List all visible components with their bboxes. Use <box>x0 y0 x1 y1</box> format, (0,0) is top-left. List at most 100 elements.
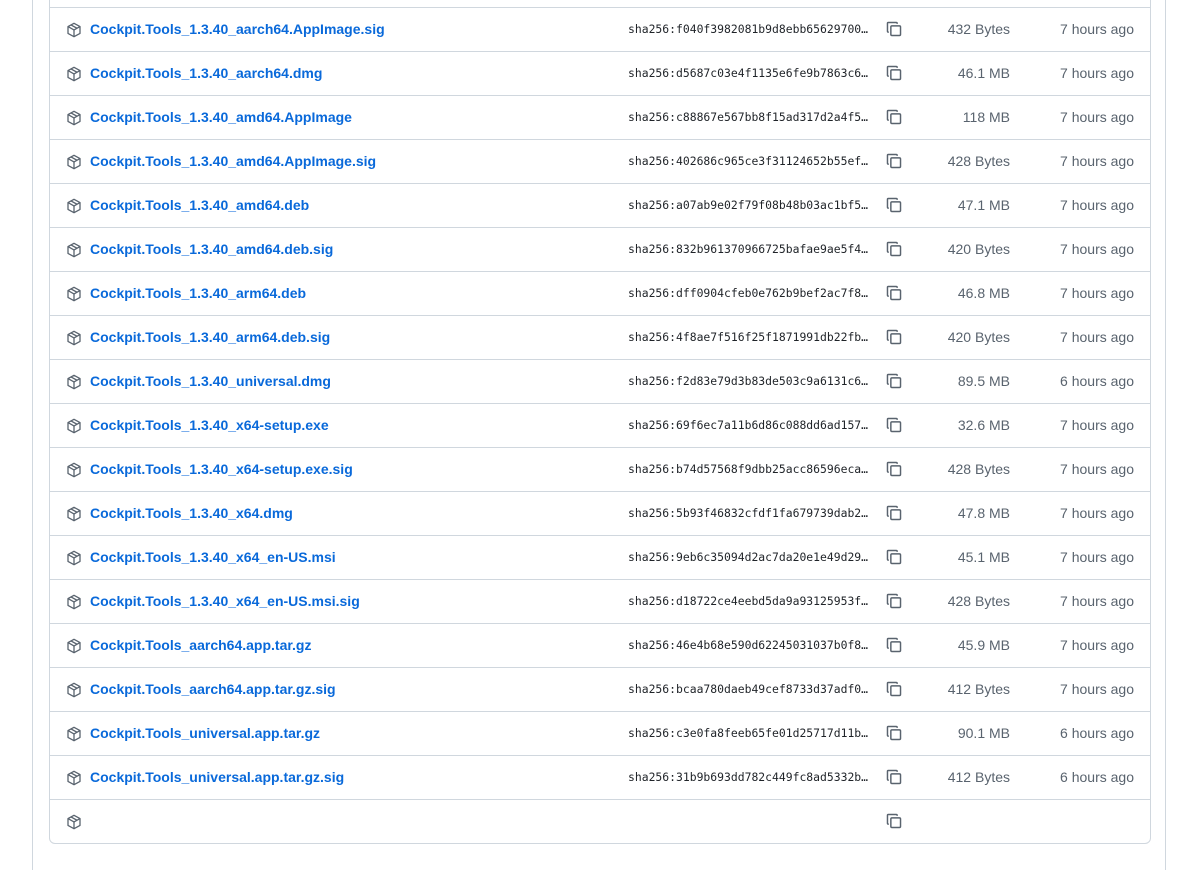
asset-uploaded-time: 6 hours ago <box>1060 373 1134 389</box>
package-icon <box>66 66 82 82</box>
asset-size: 47.1 MB <box>957 197 1010 213</box>
asset-row: Cockpit.Tools_aarch64.app.tar.gz sha256:… <box>50 623 1150 667</box>
copy-icon <box>886 505 902 521</box>
asset-sha256-digest: sha256:dff0904cfeb0e762b9bef2ac7f816… <box>628 286 874 300</box>
asset-sha256-digest: sha256:c3e0fa8feeb65fe01d25717d11b0e… <box>628 726 874 740</box>
copy-icon <box>886 593 902 609</box>
copy-sha-button[interactable] <box>884 679 904 699</box>
package-icon <box>66 638 82 654</box>
asset-row: Cockpit.Tools_1.3.40_aarch64.dmg sha256:… <box>50 51 1150 95</box>
asset-sha256-digest: sha256:46e4b68e590d62245031037b0f85b… <box>628 638 874 652</box>
asset-download-link[interactable]: Cockpit.Tools_1.3.40_x64_en-US.msi.sig <box>90 580 360 623</box>
asset-download-link[interactable]: Cockpit.Tools_1.3.40_x64_en-US.msi <box>90 536 336 579</box>
package-icon <box>66 22 82 38</box>
asset-size: 412 Bytes <box>947 769 1010 785</box>
asset-sha256-digest: sha256:9eb6c35094d2ac7da20e1e49d29ed… <box>628 550 874 564</box>
asset-download-link[interactable]: Cockpit.Tools_1.3.40_amd64.AppImage.sig <box>90 140 376 183</box>
asset-download-link[interactable]: Cockpit.Tools_1.3.40_x64-setup.exe.sig <box>90 448 353 491</box>
copy-sha-button[interactable] <box>884 635 904 655</box>
asset-size: 89.5 MB <box>957 373 1010 389</box>
asset-uploaded-time: 7 hours ago <box>1060 417 1134 433</box>
copy-sha-button[interactable] <box>884 19 904 39</box>
copy-icon <box>886 153 902 169</box>
asset-row: Cockpit.Tools_1.3.40_amd64.AppImage sha2… <box>50 95 1150 139</box>
asset-download-link[interactable]: Cockpit.Tools_1.3.40_arm64.deb <box>90 272 306 315</box>
asset-download-link[interactable]: Cockpit.Tools_1.3.40_aarch64.AppImage.si… <box>90 8 385 51</box>
asset-uploaded-time: 7 hours ago <box>1060 285 1134 301</box>
copy-sha-button[interactable] <box>884 459 904 479</box>
copy-icon <box>886 769 902 785</box>
copy-sha-button[interactable] <box>884 151 904 171</box>
asset-sha256-digest: sha256:bcaa780daeb49cef8733d37adf000… <box>628 682 874 696</box>
asset-uploaded-time: 7 hours ago <box>1060 593 1134 609</box>
asset-download-link[interactable]: Cockpit.Tools_1.3.40_x64.dmg <box>90 492 293 535</box>
asset-sha256-digest: sha256:a07ab9e02f79f08b48b03ac1bf507… <box>628 198 874 212</box>
asset-uploaded-time: 7 hours ago <box>1060 65 1134 81</box>
copy-icon <box>886 637 902 653</box>
asset-row: Cockpit.Tools_1.3.40_aarch64.AppImage sh… <box>50 0 1150 7</box>
asset-uploaded-time: 7 hours ago <box>1060 329 1134 345</box>
asset-download-link[interactable]: Cockpit.Tools_aarch64.app.tar.gz <box>90 624 311 667</box>
copy-icon <box>886 241 902 257</box>
asset-row <box>50 799 1150 843</box>
package-icon <box>66 550 82 566</box>
asset-row: Cockpit.Tools_1.3.40_amd64.AppImage.sig … <box>50 139 1150 183</box>
copy-sha-button[interactable] <box>884 327 904 347</box>
asset-row: Cockpit.Tools_aarch64.app.tar.gz.sig sha… <box>50 667 1150 711</box>
copy-sha-button[interactable] <box>884 107 904 127</box>
release-assets-list: Cockpit.Tools_1.3.40_aarch64.AppImage sh… <box>49 0 1151 844</box>
package-icon <box>66 682 82 698</box>
asset-uploaded-time: 7 hours ago <box>1060 461 1134 477</box>
package-icon <box>66 814 82 830</box>
asset-download-link[interactable]: Cockpit.Tools_aarch64.app.tar.gz.sig <box>90 668 336 711</box>
asset-sha256-digest: sha256:d5687c03e4f1135e6fe9b7863c6a5… <box>628 66 874 80</box>
asset-row: Cockpit.Tools_1.3.40_x64_en-US.msi sha25… <box>50 535 1150 579</box>
asset-download-link[interactable]: Cockpit.Tools_1.3.40_amd64.deb.sig <box>90 228 333 271</box>
copy-sha-button[interactable] <box>884 63 904 83</box>
copy-sha-button[interactable] <box>884 767 904 787</box>
asset-sha256-digest: sha256:69f6ec7a11b6d86c088dd6ad157e4… <box>628 418 874 432</box>
copy-icon <box>886 65 902 81</box>
asset-download-link[interactable]: Cockpit.Tools_1.3.40_arm64.deb.sig <box>90 316 330 359</box>
asset-download-link[interactable]: Cockpit.Tools_universal.app.tar.gz.sig <box>90 756 344 799</box>
asset-download-link[interactable]: Cockpit.Tools_1.3.40_amd64.AppImage <box>90 96 352 139</box>
copy-sha-button[interactable] <box>884 591 904 611</box>
asset-uploaded-time: 7 hours ago <box>1060 0 1134 6</box>
copy-sha-button[interactable] <box>884 283 904 303</box>
asset-download-link[interactable]: Cockpit.Tools_universal.app.tar.gz <box>90 712 320 755</box>
asset-uploaded-time: 7 hours ago <box>1060 549 1134 565</box>
asset-uploaded-time: 6 hours ago <box>1060 725 1134 741</box>
copy-sha-button[interactable] <box>884 371 904 391</box>
asset-sha256-digest: sha256:d18722ce4eebd5da9a93125953fbc… <box>628 594 874 608</box>
asset-sha256-digest: sha256:31b9b693dd782c449fc8ad5332bb7… <box>628 770 874 784</box>
asset-download-link[interactable]: Cockpit.Tools_1.3.40_amd64.deb <box>90 184 309 227</box>
asset-row: Cockpit.Tools_1.3.40_x64-setup.exe.sig s… <box>50 447 1150 491</box>
copy-sha-button[interactable] <box>884 239 904 259</box>
asset-size: 46.8 MB <box>957 285 1010 301</box>
copy-icon <box>886 109 902 125</box>
copy-sha-button[interactable] <box>884 811 904 831</box>
asset-sha256-digest: sha256:f040f3982081b9d8ebb656297009e… <box>628 22 874 36</box>
asset-size: 428 Bytes <box>947 153 1010 169</box>
asset-size: 45.9 MB <box>957 637 1010 653</box>
asset-download-link[interactable]: Cockpit.Tools_1.3.40_x64-setup.exe <box>90 404 329 447</box>
asset-row: Cockpit.Tools_universal.app.tar.gz.sig s… <box>50 755 1150 799</box>
asset-download-link[interactable]: Cockpit.Tools_1.3.40_aarch64.AppImage <box>90 0 361 6</box>
copy-sha-button[interactable] <box>884 195 904 215</box>
copy-icon <box>886 461 902 477</box>
asset-row: Cockpit.Tools_1.3.40_x64.dmg sha256:5b93… <box>50 491 1150 535</box>
asset-size: 46.1 MB <box>957 65 1010 81</box>
asset-uploaded-time: 7 hours ago <box>1060 637 1134 653</box>
copy-sha-button[interactable] <box>884 415 904 435</box>
package-icon <box>66 770 82 786</box>
asset-uploaded-time: 7 hours ago <box>1060 681 1134 697</box>
asset-sha256-digest: sha256:832b961370966725bafae9ae5f416… <box>628 242 874 256</box>
package-icon <box>66 330 82 346</box>
asset-size: 420 Bytes <box>947 241 1010 257</box>
copy-sha-button[interactable] <box>884 503 904 523</box>
copy-sha-button[interactable] <box>884 547 904 567</box>
asset-row: Cockpit.Tools_1.3.40_aarch64.AppImage.si… <box>50 7 1150 51</box>
asset-download-link[interactable]: Cockpit.Tools_1.3.40_aarch64.dmg <box>90 52 322 95</box>
asset-download-link[interactable]: Cockpit.Tools_1.3.40_universal.dmg <box>90 360 331 403</box>
copy-sha-button[interactable] <box>884 723 904 743</box>
